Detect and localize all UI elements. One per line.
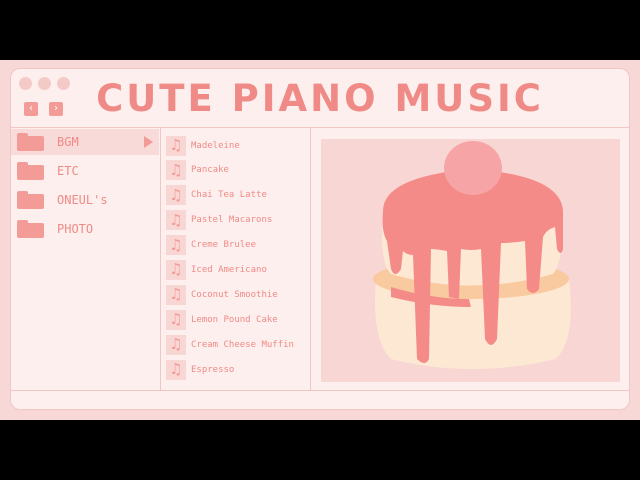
list-item[interactable]: ♫ Pastel Macarons	[166, 210, 308, 231]
list-item[interactable]: ♫ Iced Americano	[166, 259, 308, 280]
song-list: ♫ Madeleine ♫ Pancake ♫ Chai Tea Latte ♫ Pas…	[166, 135, 308, 384]
image-preview	[321, 139, 620, 382]
footer-divider	[11, 390, 629, 391]
music-note-icon: ♫	[166, 359, 186, 380]
play-arrow-icon	[144, 136, 153, 148]
song-title: Cream Cheese Muffin	[191, 339, 294, 350]
song-title: Lemon Pound Cake	[191, 314, 278, 325]
song-title: Pancake	[191, 165, 229, 176]
sidebar-item-label: ETC	[57, 164, 79, 178]
music-note-icon: ♫	[166, 160, 186, 181]
music-note-icon: ♫	[166, 135, 186, 156]
list-item[interactable]: ♫ Pancake	[166, 160, 308, 181]
folder-icon	[17, 133, 44, 151]
header-divider	[11, 127, 629, 128]
song-title: Creme Brulee	[191, 240, 257, 251]
music-note-icon: ♫	[166, 259, 186, 280]
folder-icon	[17, 191, 44, 209]
music-note-icon: ♫	[166, 210, 186, 231]
music-note-icon: ♫	[166, 185, 186, 206]
sidebar-item-label: PHOTO	[57, 222, 94, 236]
song-title: Chai Tea Latte	[191, 190, 267, 201]
music-note-icon: ♫	[166, 334, 186, 355]
music-note-icon: ♫	[166, 284, 186, 305]
list-item[interactable]: ♫ Chai Tea Latte	[166, 185, 308, 206]
list-item[interactable]: ♫ Cream Cheese Muffin	[166, 334, 308, 355]
song-title: Coconut Smoothie	[191, 289, 278, 300]
list-item[interactable]: ♫ Espresso	[166, 359, 308, 380]
music-note-icon: ♫	[166, 235, 186, 256]
app-window: ‹ › CUTE PIANO MUSIC BGM ETC ONEUL's PHO…	[10, 68, 630, 410]
pancake-illustration	[373, 141, 571, 369]
song-title: Iced Americano	[191, 264, 267, 275]
list-item[interactable]: ♫ Coconut Smoothie	[166, 284, 308, 305]
window-title: CUTE PIANO MUSIC	[96, 77, 544, 120]
list-item[interactable]: ♫ Creme Brulee	[166, 235, 308, 256]
song-title: Madeleine	[191, 140, 240, 151]
music-note-icon: ♫	[166, 309, 186, 330]
folder-icon	[17, 162, 44, 180]
song-title: Espresso	[191, 364, 235, 375]
list-item[interactable]: ♫ Lemon Pound Cake	[166, 309, 308, 330]
screen-frame: ‹ › CUTE PIANO MUSIC BGM ETC ONEUL's PHO…	[0, 60, 640, 420]
folder-icon	[17, 220, 44, 238]
list-divider	[310, 127, 311, 390]
sidebar-item-photo[interactable]: PHOTO	[11, 216, 161, 242]
sidebar-item-etc[interactable]: ETC	[11, 158, 161, 184]
sidebar-divider	[160, 127, 161, 390]
sidebar: BGM ETC ONEUL's PHOTO	[11, 129, 161, 245]
song-title: Pastel Macarons	[191, 215, 273, 226]
sidebar-item-label: ONEUL's	[57, 193, 108, 207]
sidebar-item-label: BGM	[57, 135, 79, 149]
list-item[interactable]: ♫ Madeleine	[166, 135, 308, 156]
sidebar-item-bgm[interactable]: BGM	[11, 129, 159, 155]
strawberry	[444, 141, 502, 195]
sidebar-item-oneuls[interactable]: ONEUL's	[11, 187, 161, 213]
